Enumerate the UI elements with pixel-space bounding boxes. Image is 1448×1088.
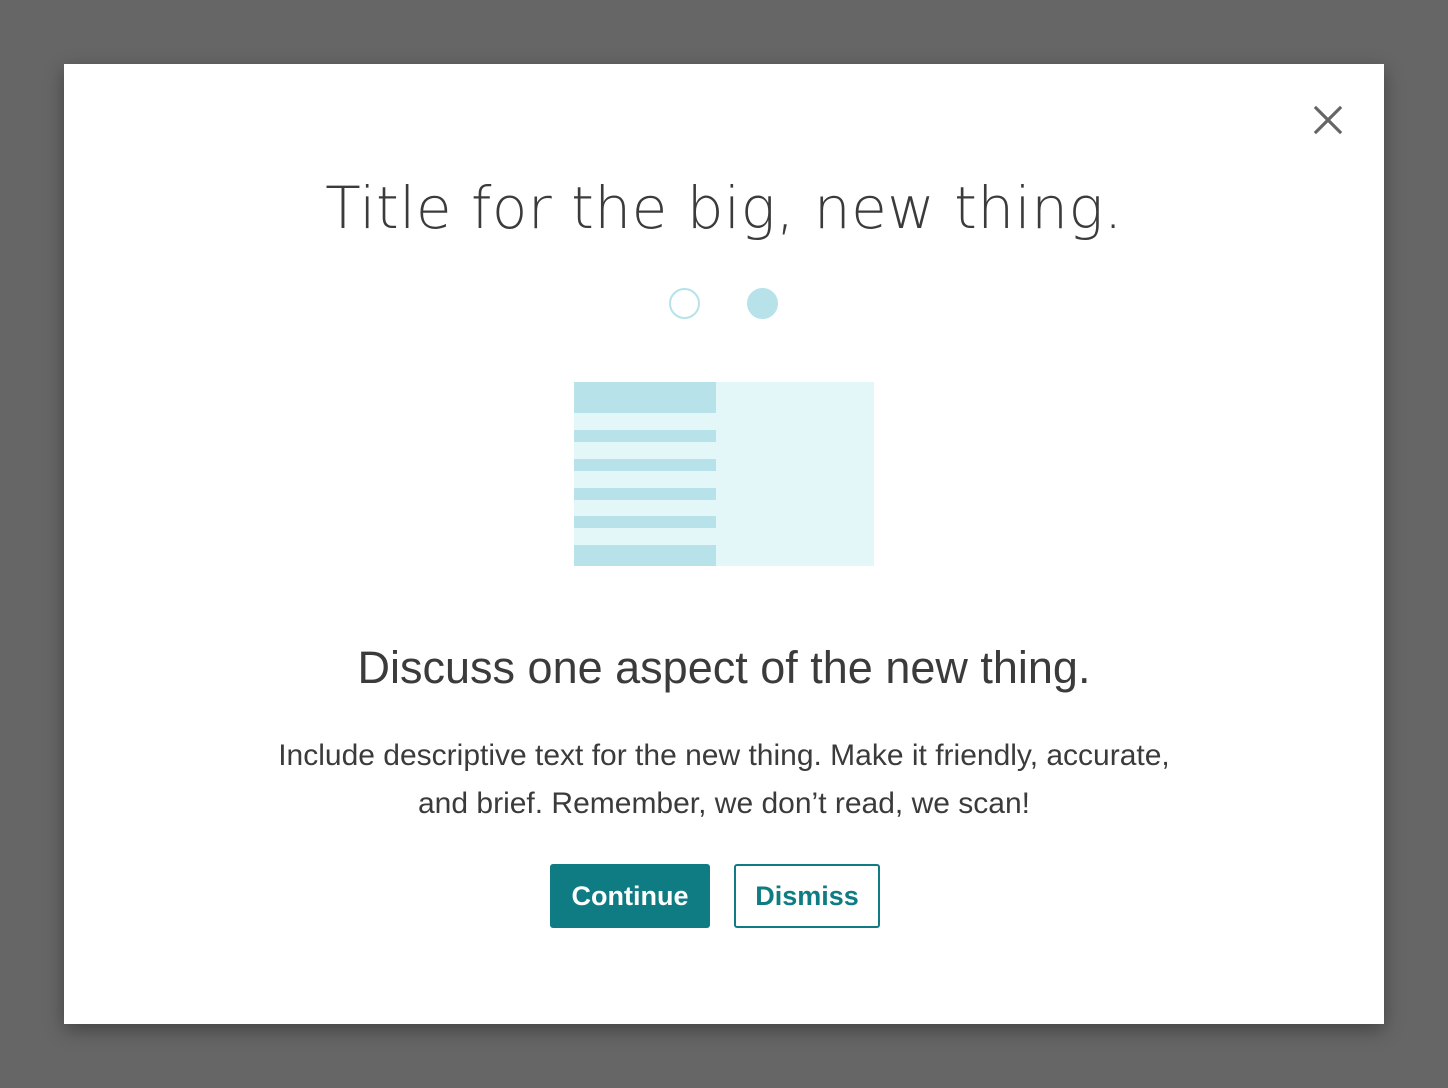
feature-illustration [574, 382, 874, 566]
illustration-list-line [574, 488, 716, 500]
dialog-title: Title for the big, new thing. [325, 174, 1123, 242]
page-indicator [64, 288, 1384, 320]
close-button[interactable] [1302, 94, 1354, 146]
close-icon [1313, 105, 1343, 135]
dismiss-button[interactable]: Dismiss [734, 864, 880, 928]
page-dot-2-active[interactable] [747, 288, 778, 319]
illustration-header-bar [574, 382, 716, 413]
continue-button[interactable]: Continue [550, 864, 710, 928]
dialog-heading: Discuss one aspect of the new thing. [357, 642, 1091, 693]
dialog-description: Include descriptive text for the new thi… [278, 739, 1170, 820]
onboarding-dialog: Title for the big, new thing. Discuss on… [64, 64, 1384, 1024]
illustration-list-line [574, 545, 716, 566]
illustration-list-line [574, 516, 716, 528]
illustration-list-line [574, 459, 716, 471]
page-dot-1[interactable] [669, 288, 700, 319]
illustration-list-line [574, 430, 716, 442]
